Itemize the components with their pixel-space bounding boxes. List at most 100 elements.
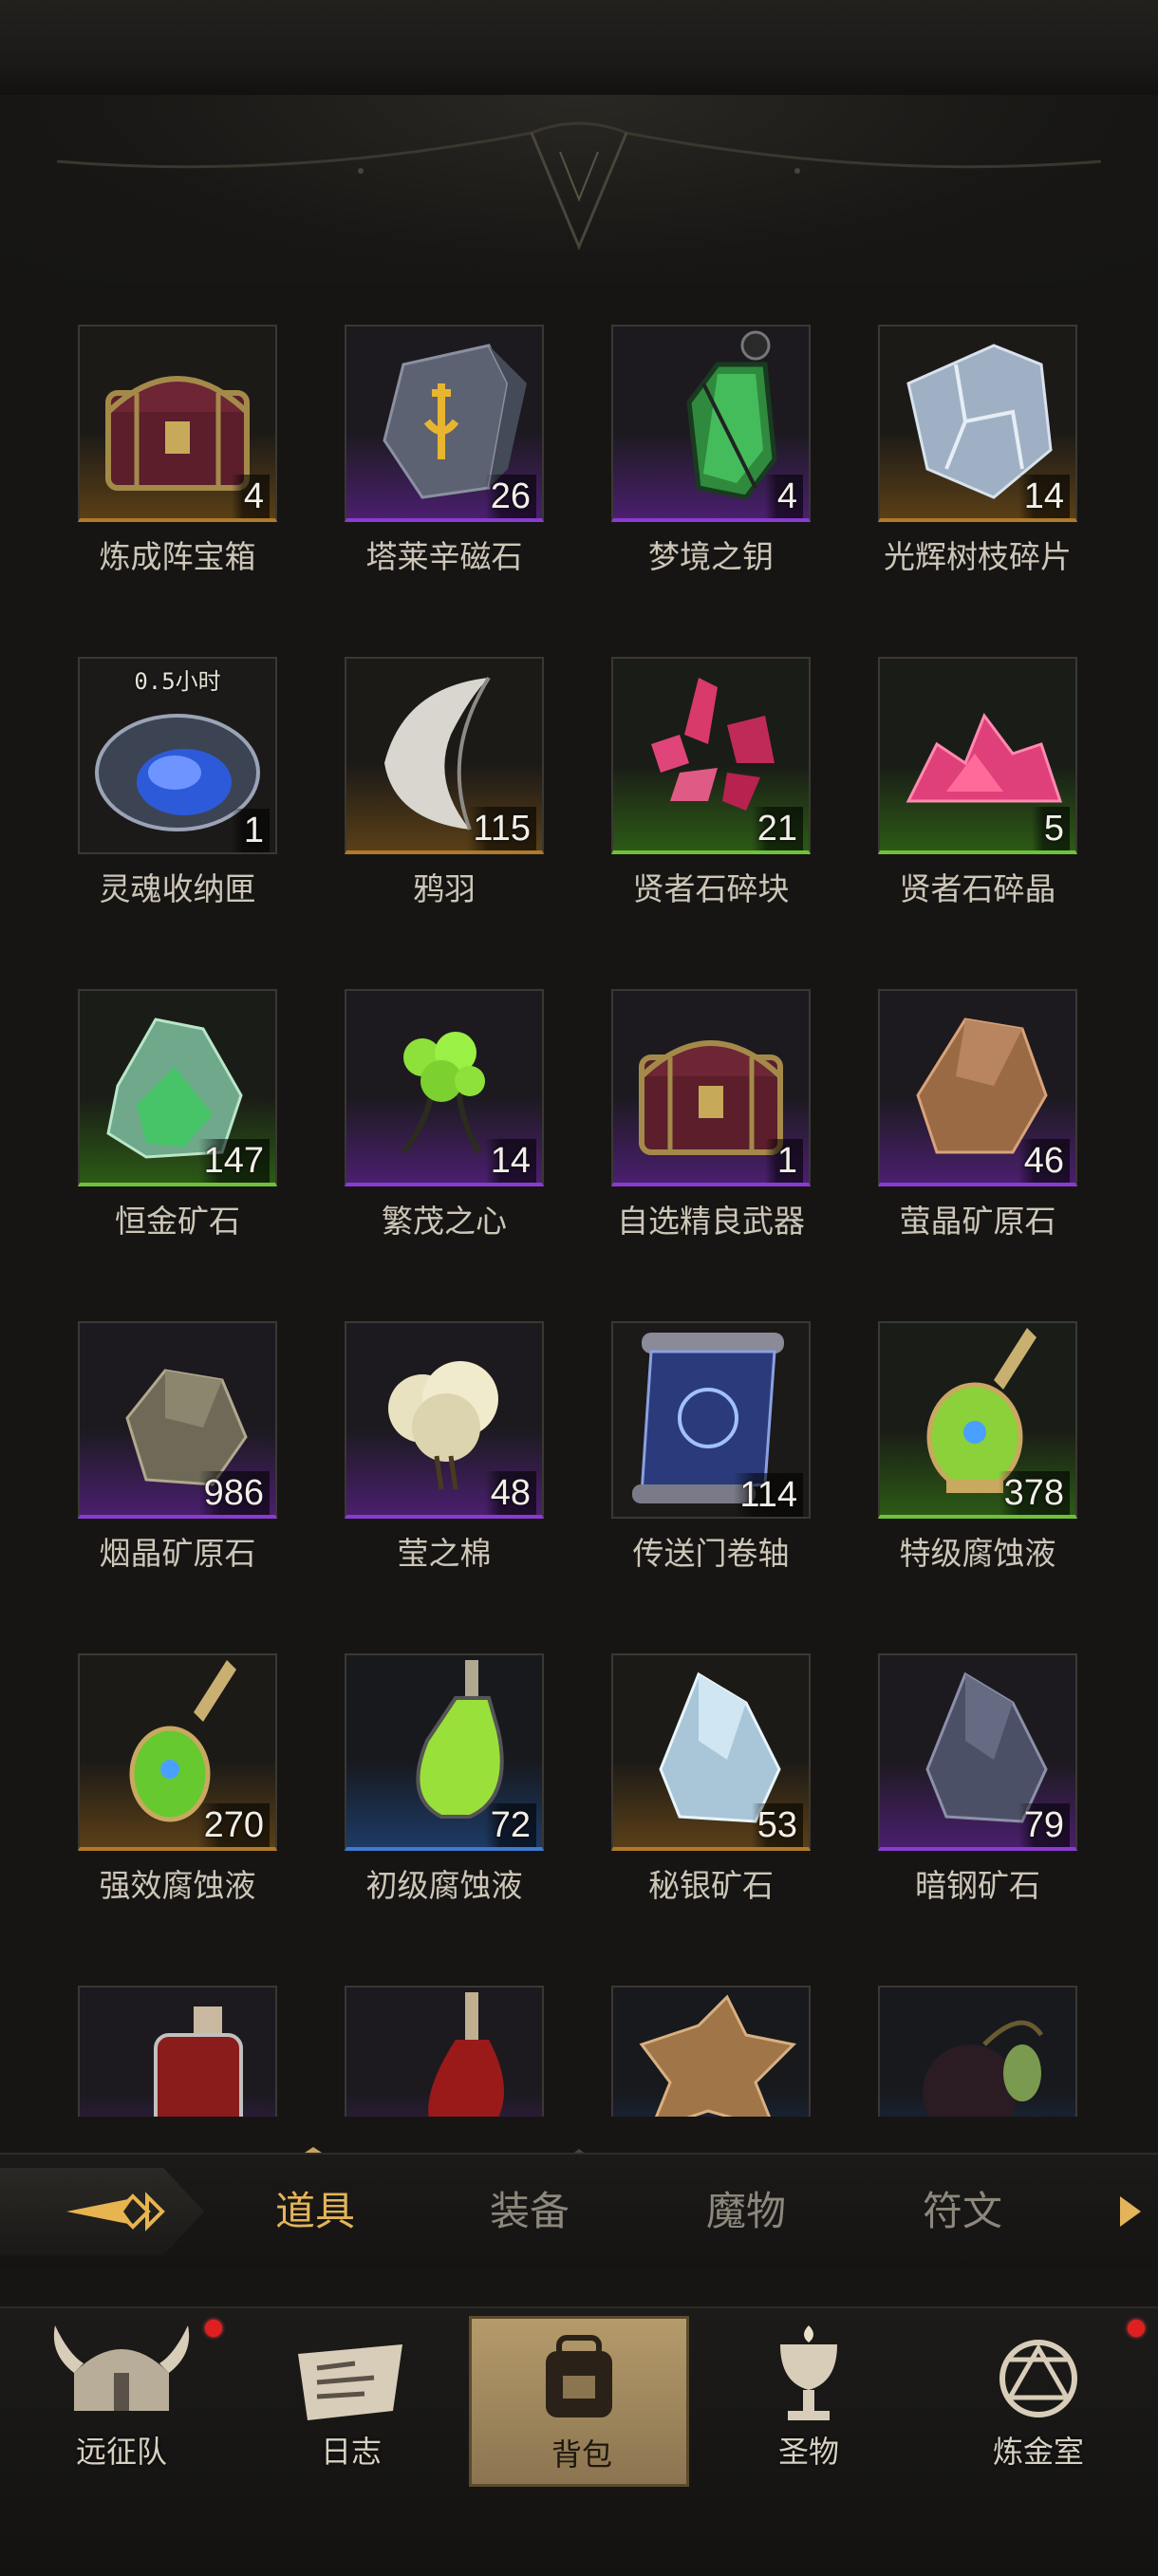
item-slot[interactable]: 46 bbox=[878, 989, 1077, 1186]
nav-label: 圣物 bbox=[777, 2434, 839, 2470]
item-count: 72 bbox=[484, 1803, 536, 1847]
inventory-item[interactable]: 986 烟晶矿原石 bbox=[78, 1300, 344, 1576]
item-count: 5 bbox=[1032, 807, 1070, 850]
inventory-item[interactable]: 53 秘银矿石 bbox=[611, 1633, 877, 1908]
inventory-item[interactable]: 4 炼成阵宝箱 bbox=[78, 304, 344, 579]
item-name: 强效腐蚀液 bbox=[99, 1867, 256, 1904]
item-count: 46 bbox=[1018, 1139, 1070, 1183]
item-slot[interactable]: 26 bbox=[345, 325, 544, 522]
inventory-item[interactable]: 1 自选精良武器 bbox=[611, 968, 877, 1243]
nav-expedition[interactable]: 远征队 bbox=[11, 2316, 232, 2487]
viking-helmet-icon bbox=[53, 2325, 190, 2411]
item-slot[interactable]: 53 bbox=[611, 1653, 811, 1851]
item-slot[interactable]: 115 bbox=[345, 657, 544, 854]
top-bar bbox=[0, 0, 1158, 97]
inventory-item[interactable] bbox=[611, 1965, 877, 2117]
item-count: 14 bbox=[484, 1139, 536, 1183]
inventory-item[interactable]: 14 光辉树枝碎片 bbox=[878, 304, 1144, 579]
nav-backpack[interactable]: 背包 bbox=[469, 2316, 689, 2487]
item-name: 烟晶矿原石 bbox=[99, 1535, 256, 1572]
item-slot[interactable]: 14 bbox=[345, 989, 544, 1186]
item-slot[interactable]: 147 bbox=[78, 989, 277, 1186]
inventory-item[interactable]: 72 初级腐蚀液 bbox=[345, 1633, 610, 1908]
chevron-right-icon[interactable] bbox=[1116, 2193, 1145, 2231]
item-slot[interactable]: 270 bbox=[78, 1653, 277, 1851]
item-name: 梦境之钥 bbox=[648, 538, 774, 575]
inventory-item[interactable]: 48 莹之棉 bbox=[345, 1300, 610, 1576]
nav-label: 日志 bbox=[320, 2434, 382, 2470]
back-button[interactable] bbox=[0, 2168, 204, 2255]
item-slot[interactable]: 378 bbox=[878, 1321, 1077, 1519]
inventory-item[interactable]: 147 恒金矿石 bbox=[78, 968, 344, 1243]
header-ornament bbox=[0, 95, 1158, 285]
red-flask-icon bbox=[428, 1992, 504, 2117]
inventory-item[interactable] bbox=[345, 1965, 610, 2117]
item-slot[interactable]: 0.5小时 1 bbox=[78, 657, 277, 854]
item-name: 灵魂收纳匣 bbox=[99, 870, 256, 907]
item-slot[interactable]: 21 bbox=[611, 657, 811, 854]
item-count: 1 bbox=[765, 1139, 803, 1183]
inventory-item[interactable]: 378 特级腐蚀液 bbox=[878, 1300, 1144, 1576]
bottom-nav: 远征队 日志 背包 圣物 炼金室 bbox=[0, 2306, 1158, 2576]
item-count: 4 bbox=[765, 475, 803, 518]
item-slot[interactable]: 5 bbox=[878, 657, 1077, 854]
nav-relics[interactable]: 圣物 bbox=[699, 2316, 919, 2487]
item-name: 贤者石碎晶 bbox=[899, 870, 1056, 907]
inventory-item[interactable]: 5 贤者石碎晶 bbox=[878, 636, 1144, 911]
tab-items[interactable]: 道具 bbox=[239, 2183, 391, 2240]
item-count: 114 bbox=[734, 1473, 803, 1517]
nav-journal[interactable]: 日志 bbox=[241, 2316, 461, 2487]
item-name: 暗钢矿石 bbox=[915, 1867, 1040, 1904]
tab-equipment[interactable]: 装备 bbox=[454, 2183, 606, 2240]
item-count: 53 bbox=[751, 1803, 803, 1847]
item-count: 14 bbox=[1018, 475, 1070, 518]
item-slot[interactable]: 1 bbox=[611, 989, 811, 1186]
item-slot[interactable]: 114 bbox=[611, 1321, 811, 1519]
item-slot[interactable] bbox=[345, 1986, 544, 2117]
dark-fruit-icon bbox=[923, 2020, 1044, 2117]
inventory-item[interactable]: 0.5小时 1 灵魂收纳匣 bbox=[78, 636, 344, 911]
item-count: 1 bbox=[232, 809, 270, 852]
tab-monsters[interactable]: 魔物 bbox=[670, 2183, 822, 2240]
item-slot[interactable] bbox=[878, 1986, 1077, 2117]
nav-label: 炼金室 bbox=[992, 2434, 1084, 2470]
item-slot[interactable]: 4 bbox=[78, 325, 277, 522]
item-name: 贤者石碎块 bbox=[632, 870, 790, 907]
item-slot[interactable]: 986 bbox=[78, 1321, 277, 1519]
tab-runes[interactable]: 符文 bbox=[887, 2183, 1038, 2240]
item-name: 特级腐蚀液 bbox=[899, 1535, 1056, 1572]
red-potion-icon bbox=[154, 2007, 243, 2117]
item-slot[interactable] bbox=[78, 1986, 277, 2117]
item-slot[interactable]: 72 bbox=[345, 1653, 544, 1851]
item-slot[interactable]: 14 bbox=[878, 325, 1077, 522]
inventory-item[interactable]: 14 繁茂之心 bbox=[345, 968, 610, 1243]
item-name: 繁茂之心 bbox=[382, 1203, 507, 1240]
notification-badge bbox=[205, 2320, 222, 2337]
item-slot[interactable]: 79 bbox=[878, 1653, 1077, 1851]
item-name: 炼成阵宝箱 bbox=[99, 538, 256, 575]
item-slot[interactable]: 4 bbox=[611, 325, 811, 522]
inventory-item[interactable]: 115 鸦羽 bbox=[345, 636, 610, 911]
item-count: 26 bbox=[484, 475, 536, 518]
map-scroll-icon bbox=[298, 2344, 402, 2420]
inventory-item[interactable]: 26 塔莱辛磁石 bbox=[345, 304, 610, 579]
item-name: 初级腐蚀液 bbox=[365, 1867, 523, 1904]
nav-alchemy[interactable]: 炼金室 bbox=[928, 2316, 1149, 2487]
inventory-item[interactable] bbox=[878, 1965, 1144, 2117]
item-count: 115 bbox=[467, 807, 536, 850]
inventory-item[interactable]: 4 梦境之钥 bbox=[611, 304, 877, 579]
nav-label: 背包 bbox=[551, 2436, 612, 2473]
inventory-item[interactable]: 114 传送门卷轴 bbox=[611, 1300, 877, 1576]
inventory-item[interactable]: 46 萤晶矿原石 bbox=[878, 968, 1144, 1243]
item-slot[interactable]: 48 bbox=[345, 1321, 544, 1519]
nav-label: 远征队 bbox=[75, 2434, 167, 2470]
item-slot[interactable] bbox=[611, 1986, 811, 2117]
item-name: 自选精良武器 bbox=[617, 1203, 805, 1240]
item-count: 270 bbox=[197, 1803, 270, 1847]
item-timer: 0.5小时 bbox=[134, 668, 221, 695]
inventory-item[interactable]: 270 强效腐蚀液 bbox=[78, 1633, 344, 1908]
item-name: 传送门卷轴 bbox=[632, 1535, 790, 1572]
inventory-item[interactable] bbox=[78, 1965, 344, 2117]
inventory-item[interactable]: 79 暗钢矿石 bbox=[878, 1633, 1144, 1908]
inventory-item[interactable]: 21 贤者石碎块 bbox=[611, 636, 877, 911]
